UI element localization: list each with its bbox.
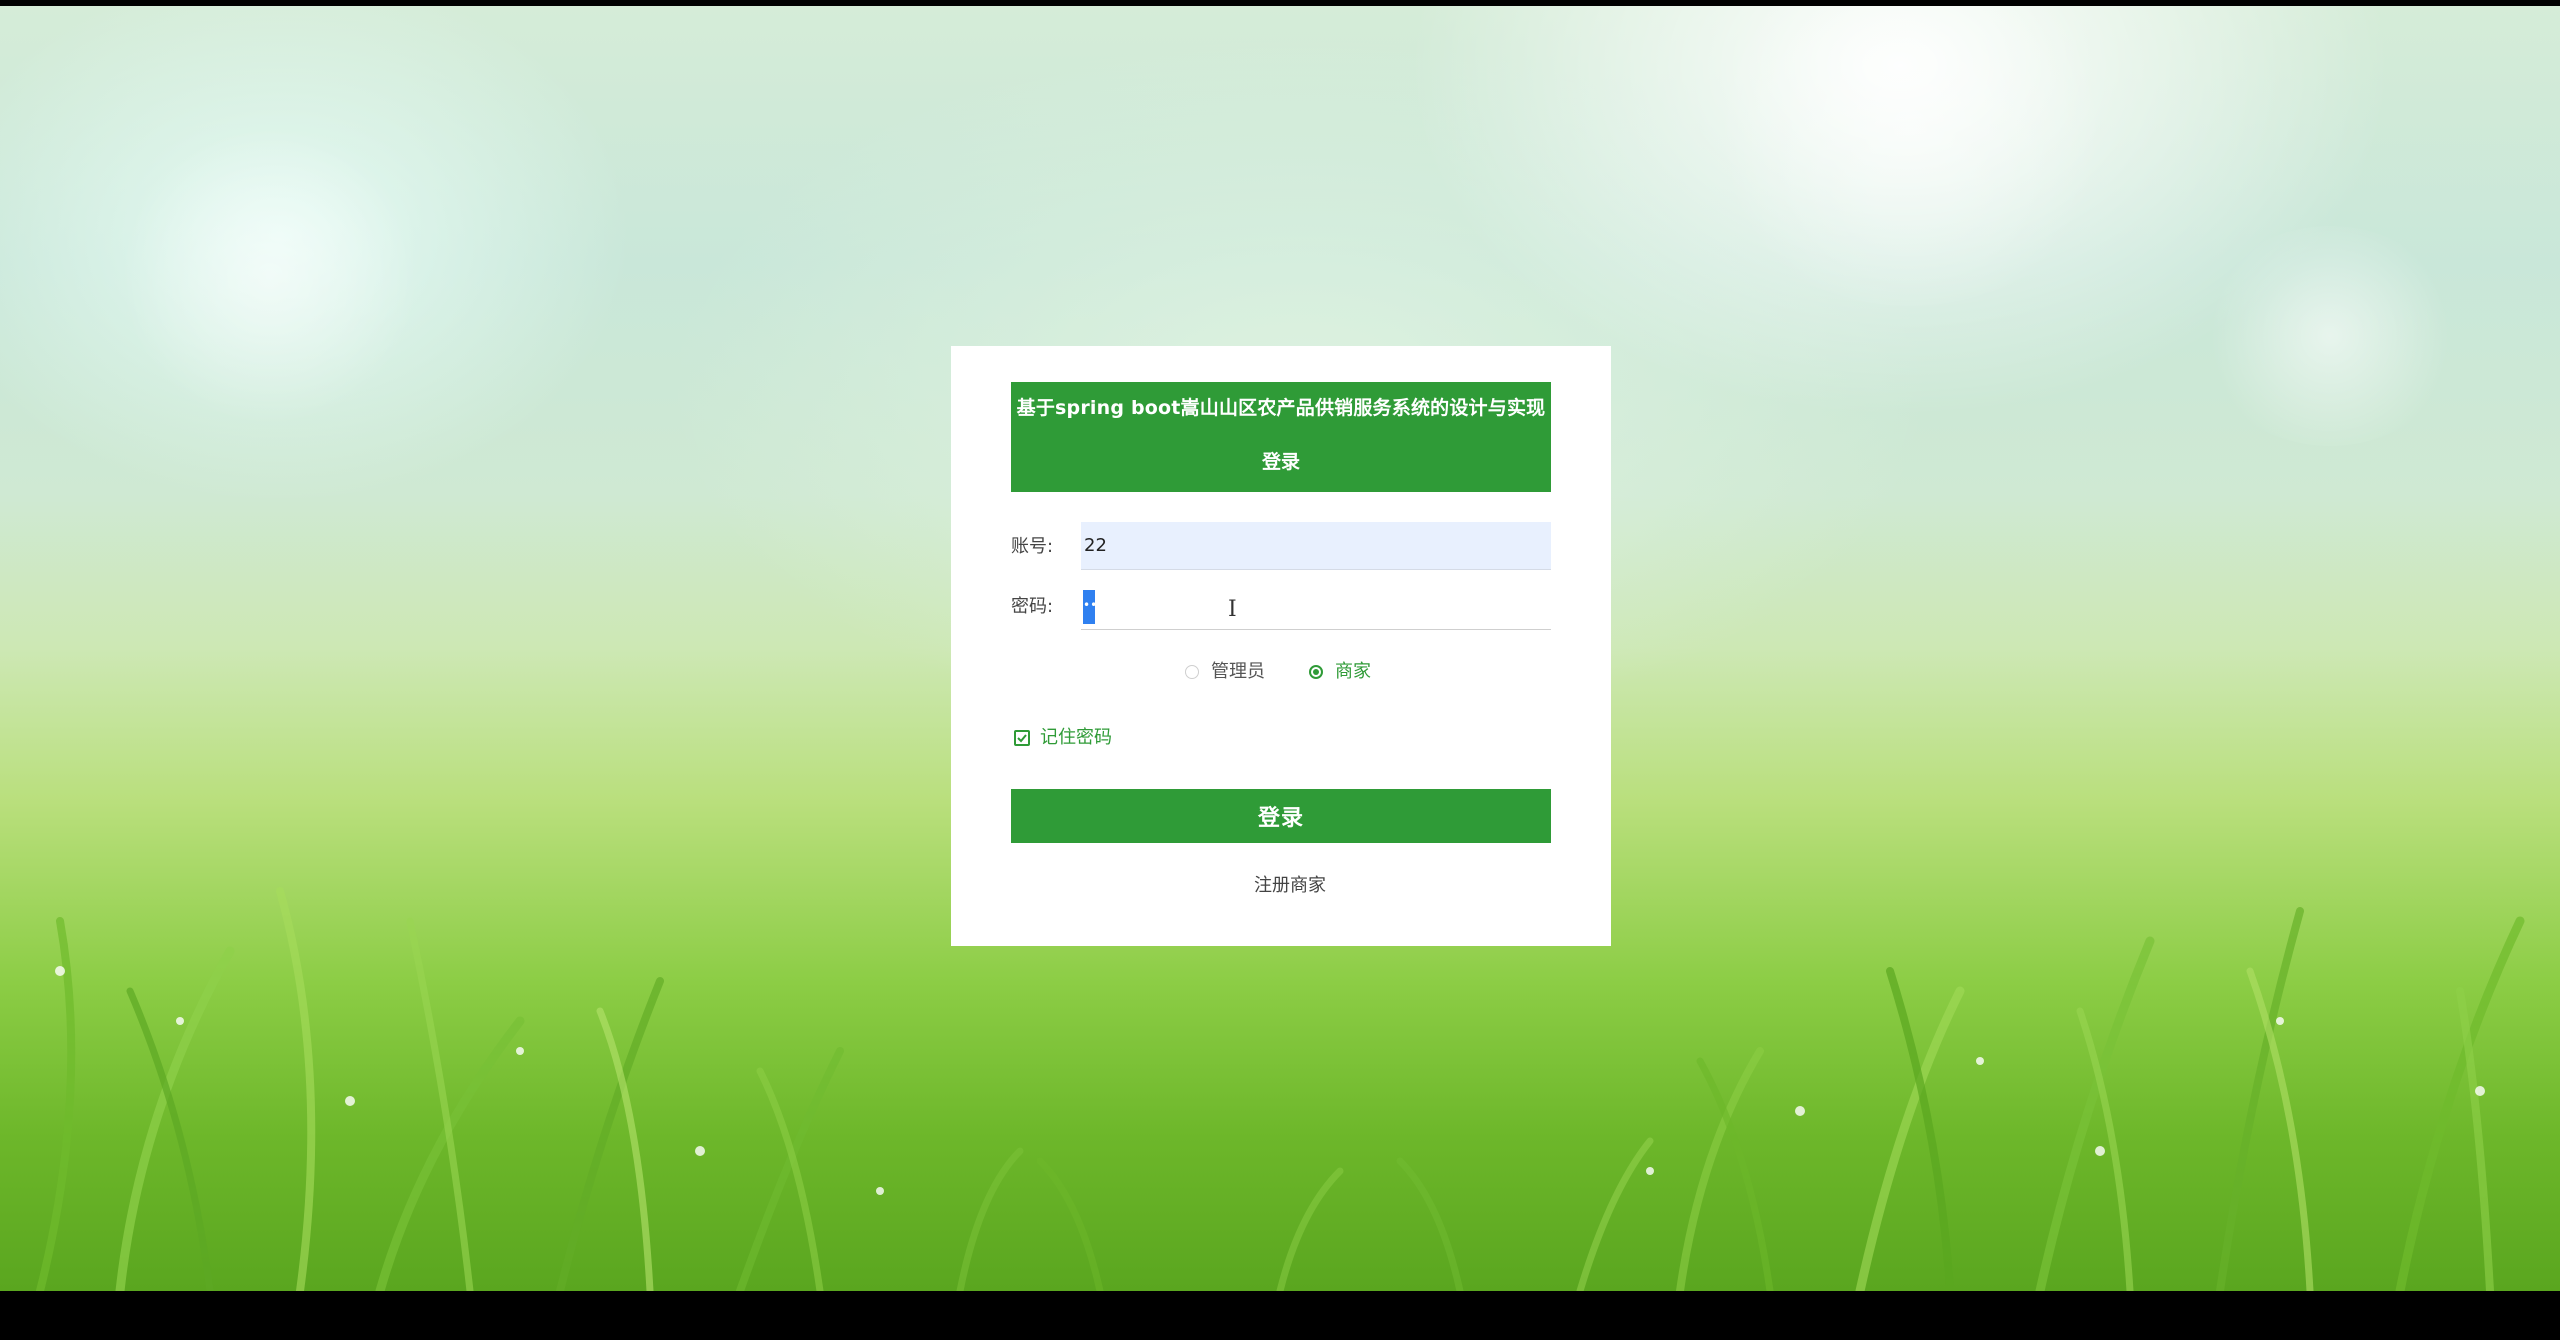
register-merchant-link[interactable]: 注册商家 [1180,875,1400,897]
login-subtitle: 登录 [1261,451,1300,473]
role-radio-merchant-label: 商家 [1335,661,1371,682]
role-radio-admin-label: 管理员 [1211,661,1265,682]
checkbox-checked-icon [1014,730,1030,746]
password-row: 密码: •• I [1011,582,1551,632]
login-header: 基于spring boot嵩山山区农产品供销服务系统的设计与实现 登录 [1011,382,1551,492]
background-bokeh [1700,6,2120,306]
radio-checked-icon [1309,665,1323,679]
login-button[interactable]: 登录 [1011,789,1551,843]
login-card: 基于spring boot嵩山山区农产品供销服务系统的设计与实现 登录 账号: … [951,346,1611,946]
account-label: 账号: [1011,536,1054,557]
system-title: 基于spring boot嵩山山区农产品供销服务系统的设计与实现 [1016,397,1546,419]
background-bokeh [120,126,420,426]
background-bokeh [2200,226,2460,446]
password-label: 密码: [1011,596,1054,617]
remember-password-label: 记住密码 [1040,727,1112,748]
radio-circle-icon [1185,665,1199,679]
password-value-selection: •• [1083,590,1095,624]
text-cursor-icon: I [1228,597,1237,622]
password-input[interactable] [1081,582,1551,630]
account-row: 账号: [1011,522,1551,572]
account-input[interactable] [1081,522,1551,570]
